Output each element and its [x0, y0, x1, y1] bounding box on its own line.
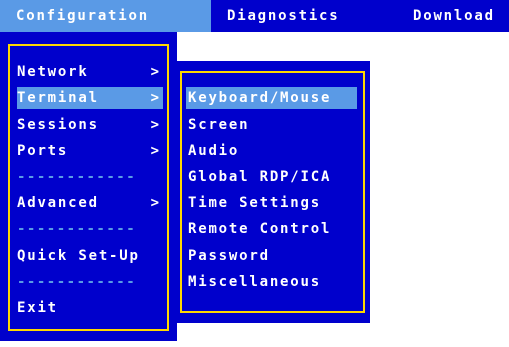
- menu-separator: ------------: [17, 169, 137, 185]
- menu-item-label: Quick Set-Up: [17, 248, 140, 264]
- top-menu-bar: Configuration Diagnostics Download: [0, 0, 509, 32]
- submenu-item-remote-control[interactable]: Remote Control: [186, 218, 357, 240]
- menu-item-label: Advanced: [17, 195, 99, 211]
- menu-separator: ------------: [17, 274, 137, 290]
- menu-item-label: Network: [17, 64, 89, 80]
- submenu-item-screen[interactable]: Screen: [186, 114, 357, 136]
- submenu-item-global-rdp-ica[interactable]: Global RDP/ICA: [186, 166, 357, 188]
- menu-item-advanced[interactable]: Advanced >: [17, 192, 163, 214]
- menu-item-label: Sessions: [17, 117, 99, 133]
- submenu-item-miscellaneous[interactable]: Miscellaneous: [186, 271, 357, 293]
- menu-item-label: Exit: [17, 300, 58, 316]
- configuration-menu: Network > Terminal > Sessions > Ports > …: [0, 32, 177, 341]
- menu-item-ports[interactable]: Ports >: [17, 140, 163, 162]
- menu-separator: ------------: [17, 221, 137, 237]
- menu-item-label: Ports: [17, 143, 69, 159]
- menu-item-sessions[interactable]: Sessions >: [17, 114, 163, 136]
- terminal-submenu: Keyboard/Mouse Screen Audio Global RDP/I…: [177, 61, 370, 323]
- chevron-right-icon: >: [150, 143, 159, 159]
- tab-download[interactable]: Download: [413, 0, 495, 32]
- chevron-right-icon: >: [150, 90, 159, 106]
- menu-item-quick-set-up[interactable]: Quick Set-Up: [17, 245, 163, 267]
- chevron-right-icon: >: [150, 64, 159, 80]
- menu-item-network[interactable]: Network >: [17, 61, 163, 83]
- submenu-item-time-settings[interactable]: Time Settings: [186, 192, 357, 214]
- submenu-item-keyboard-mouse[interactable]: Keyboard/Mouse: [186, 87, 357, 109]
- tab-diagnostics[interactable]: Diagnostics: [227, 0, 340, 32]
- submenu-item-audio[interactable]: Audio: [186, 140, 357, 162]
- submenu-item-password[interactable]: Password: [186, 245, 357, 267]
- chevron-right-icon: >: [150, 195, 159, 211]
- menu-item-exit[interactable]: Exit: [17, 297, 163, 319]
- tab-configuration[interactable]: Configuration: [0, 0, 211, 32]
- menu-item-terminal[interactable]: Terminal >: [17, 87, 163, 109]
- menu-item-label: Terminal: [17, 90, 99, 106]
- chevron-right-icon: >: [150, 117, 159, 133]
